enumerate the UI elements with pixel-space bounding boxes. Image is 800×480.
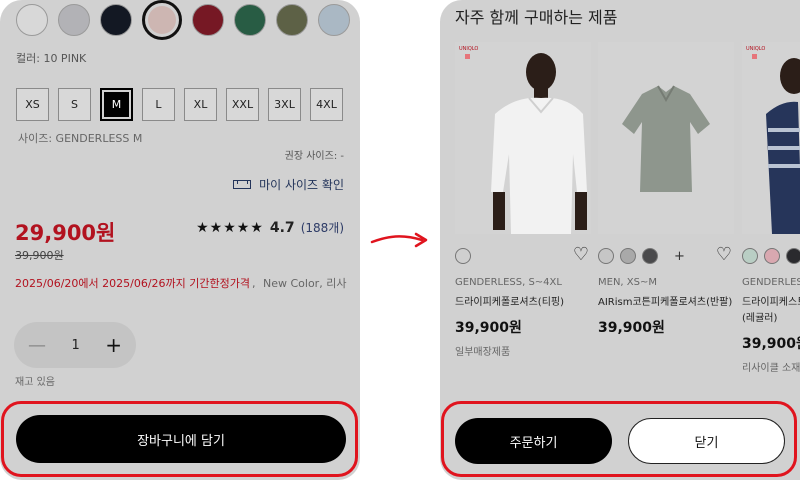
- color-options: ♡: [455, 246, 591, 266]
- my-size-link[interactable]: 마이 사이즈 확인: [233, 176, 344, 193]
- review-count-link[interactable]: (188개): [301, 219, 344, 236]
- color-swatch-olive[interactable]: [276, 4, 308, 36]
- size-button-m[interactable]: M: [100, 88, 133, 121]
- product-image[interactable]: UNIQLO: [742, 42, 800, 234]
- size-selector: XS S M L XL XXL 3XL 4XL: [16, 88, 343, 121]
- brand-tag: UNIQLO: [459, 46, 479, 52]
- model-photo: [455, 42, 591, 234]
- quantity-value: 1: [71, 337, 80, 353]
- color-swatch-white[interactable]: [16, 4, 48, 36]
- product-name[interactable]: 드라이피케스트라이프폴로셔츠(레귤러): [742, 295, 800, 327]
- size-button-4xl[interactable]: 4XL: [310, 88, 343, 121]
- promo-info: 2025/06/20에서 2025/06/26까지 기간한정가격, New Co…: [15, 275, 355, 291]
- color-swatch-light-gray[interactable]: [58, 4, 90, 36]
- product-meta: GENDERLESS, S~4XL: [455, 277, 562, 288]
- color-swatch-pink[interactable]: [142, 0, 182, 40]
- color-option[interactable]: [642, 248, 658, 264]
- color-swatch-navy[interactable]: [100, 4, 132, 36]
- recommended-size: 권장 사이즈: -: [284, 151, 344, 162]
- brand-tag: UNIQLO: [746, 46, 766, 52]
- my-size-label: 마이 사이즈 확인: [259, 178, 344, 192]
- promo-separator: ,: [252, 277, 256, 290]
- product-options-panel: 컬러: 10 PINK XS S M L XL XXL 3XL 4XL 사이즈:…: [0, 0, 360, 480]
- cart-cta-highlight: 장바구니에 담기: [1, 401, 358, 477]
- size-button-xxl[interactable]: XXL: [226, 88, 259, 121]
- product-price: 39,900원: [742, 336, 800, 352]
- product-card[interactable]: UNIQLO ♡ GENDERLESS, S~4XL 드라이피케폴로셔츠(티핑)…: [455, 42, 591, 358]
- quantity-decrease-button[interactable]: —: [28, 335, 46, 356]
- arrow-right-icon: [370, 232, 428, 248]
- order-cta-highlight: 주문하기 닫기: [441, 401, 797, 477]
- color-option[interactable]: [455, 248, 471, 264]
- size-button-s[interactable]: S: [58, 88, 91, 121]
- product-card[interactable]: + ♡ MEN, XS~M AIRism코튼피케폴로셔츠(반팔) 39,900원: [598, 42, 734, 337]
- color-options: [742, 246, 800, 266]
- color-option[interactable]: [742, 248, 758, 264]
- brand-logo-icon: [752, 54, 757, 59]
- limited-price-period: 2025/06/20에서 2025/06/26까지 기간한정가격: [15, 277, 250, 290]
- color-option[interactable]: [620, 248, 636, 264]
- product-meta: GENDERLESS: [742, 277, 800, 288]
- original-price: 39,900원: [15, 249, 64, 262]
- product-name[interactable]: 드라이피케폴로셔츠(티핑): [455, 295, 591, 311]
- color-option[interactable]: [764, 248, 780, 264]
- section-title: 자주 함께 구매하는 제품: [455, 8, 618, 27]
- rating-summary: ★★★★★ 4.7 (188개): [196, 219, 344, 236]
- color-swatch-row: [16, 0, 360, 40]
- product-price: 39,900원: [598, 320, 665, 336]
- product-note: 일부매장제품: [455, 347, 511, 358]
- product-meta: MEN, XS~M: [598, 277, 657, 288]
- product-name[interactable]: AIRism코튼피케폴로셔츠(반팔): [598, 295, 734, 311]
- product-card[interactable]: UNIQLO GENDERLESS 드라이피케스트라이프폴로셔츠(레귤러) 39…: [742, 42, 800, 374]
- quantity-stepper: — 1 +: [14, 322, 136, 368]
- color-swatch-green[interactable]: [234, 4, 266, 36]
- close-button[interactable]: 닫기: [628, 418, 785, 464]
- ruler-icon: [233, 180, 252, 189]
- rating-value: 4.7: [269, 219, 295, 236]
- sale-price: 29,900원: [15, 221, 116, 245]
- heart-icon[interactable]: ♡: [573, 246, 589, 264]
- quantity-increase-button[interactable]: +: [105, 333, 122, 357]
- model-photo: [742, 42, 800, 234]
- size-button-l[interactable]: L: [142, 88, 175, 121]
- frequently-bought-panel: 자주 함께 구매하는 제품 UNIQLO ♡ GENDERLESS, S~4XL…: [440, 0, 800, 480]
- shirt-photo: [598, 42, 734, 234]
- color-swatch-red[interactable]: [192, 4, 224, 36]
- product-note: 리사이클 소재: [742, 363, 800, 374]
- color-swatch-light-blue[interactable]: [318, 4, 350, 36]
- size-button-3xl[interactable]: 3XL: [268, 88, 301, 121]
- size-info: 사이즈: GENDERLESS M: [18, 132, 143, 145]
- color-options: + ♡: [598, 246, 734, 266]
- stock-status: 재고 있음: [15, 377, 55, 388]
- color-label: 컬러: 10 PINK: [16, 52, 87, 65]
- color-option[interactable]: [598, 248, 614, 264]
- add-to-cart-button[interactable]: 장바구니에 담기: [16, 415, 346, 463]
- recycle-tag: 리사: [326, 277, 347, 290]
- more-colors-icon[interactable]: +: [674, 249, 685, 264]
- star-rating-icon: ★★★★★: [196, 219, 264, 236]
- size-button-xl[interactable]: XL: [184, 88, 217, 121]
- new-color-tag: New Color,: [263, 277, 323, 290]
- product-image[interactable]: UNIQLO: [455, 42, 591, 234]
- size-button-xs[interactable]: XS: [16, 88, 49, 121]
- heart-icon[interactable]: ♡: [716, 246, 732, 264]
- order-button[interactable]: 주문하기: [455, 418, 612, 464]
- product-price: 39,900원: [455, 320, 522, 336]
- product-image[interactable]: [598, 42, 734, 234]
- brand-logo-icon: [465, 54, 470, 59]
- color-option[interactable]: [786, 248, 800, 264]
